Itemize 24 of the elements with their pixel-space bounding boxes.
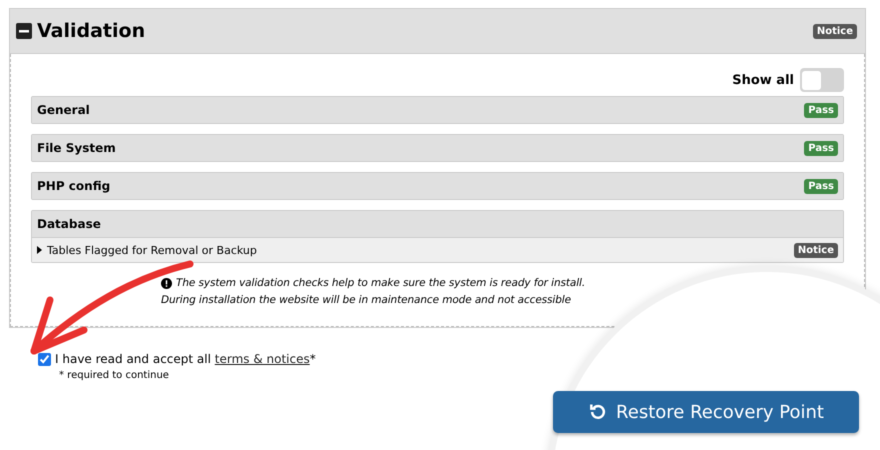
check-title: File System bbox=[37, 141, 117, 155]
status-badge: Pass bbox=[804, 102, 838, 118]
panel-header[interactable]: Validation Notice bbox=[10, 9, 865, 54]
status-badge: Pass bbox=[804, 140, 838, 156]
collapse-icon[interactable] bbox=[16, 23, 32, 39]
info-icon bbox=[161, 278, 172, 288]
check-item[interactable]: Tables Flagged for Removal or Backup Notice bbox=[32, 237, 843, 262]
panel-title: Validation bbox=[37, 20, 146, 42]
check-title: PHP config bbox=[37, 179, 112, 193]
show-all-label: Show all bbox=[732, 72, 794, 88]
status-badge: Notice bbox=[812, 24, 857, 38]
check-item-label: Tables Flagged for Removal or Backup bbox=[47, 244, 258, 256]
check-title: General bbox=[37, 103, 91, 117]
info-text: The system validation checks help to make sure the system is ready for install. bbox=[176, 277, 586, 289]
check-title: Database bbox=[37, 217, 102, 231]
status-badge: Notice bbox=[794, 242, 838, 258]
show-all-toggle[interactable] bbox=[800, 68, 844, 92]
info-text: During installation the website will be in maintenance mode and not accessible bbox=[161, 294, 571, 306]
required-note: * required to continue bbox=[59, 370, 170, 381]
accept-text: I have read and accept all terms & notices* bbox=[55, 352, 316, 366]
accept-checkbox[interactable] bbox=[38, 352, 51, 366]
terms-link[interactable]: terms & notices bbox=[214, 352, 310, 366]
restore-button[interactable]: Restore Recovery Point bbox=[553, 391, 859, 433]
status-badge: Pass bbox=[804, 178, 838, 194]
